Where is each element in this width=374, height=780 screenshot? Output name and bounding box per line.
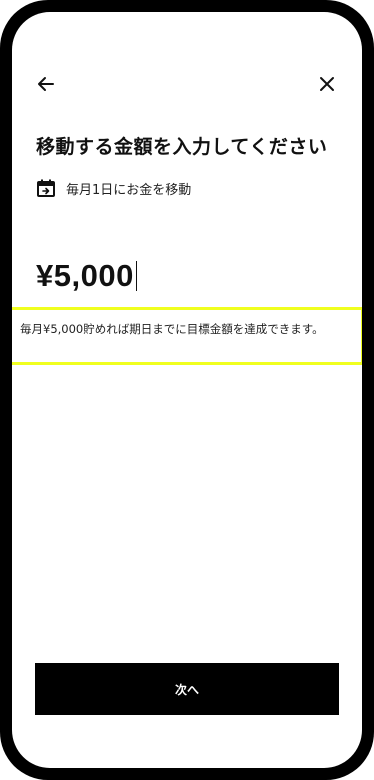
calendar-icon: [37, 179, 55, 197]
page-title: 移動する金額を入力してください: [36, 136, 328, 158]
schedule-info: 毎月1日にお金を移動: [36, 176, 191, 200]
text-caret: [135, 261, 138, 291]
next-button[interactable]: 次へ: [35, 663, 339, 715]
close-icon: [320, 77, 334, 91]
close-button[interactable]: [315, 72, 339, 96]
amount-value: ¥5,000: [36, 258, 134, 293]
amount-input[interactable]: ¥5,000: [36, 256, 138, 296]
app-screen: 移動する金額を入力してください 毎月1日にお金を移動 ¥5,000 毎月¥5,0…: [12, 12, 362, 768]
device-frame: 移動する金額を入力してください 毎月1日にお金を移動 ¥5,000 毎月¥5,0…: [0, 0, 374, 780]
hint-text: 毎月¥5,000貯めれば期日までに目標金額を達成できます。: [20, 322, 324, 336]
back-button[interactable]: [34, 72, 58, 96]
schedule-text: 毎月1日にお金を移動: [66, 182, 192, 198]
hint-highlight: 毎月¥5,000貯めれば期日までに目標金額を達成できます。: [12, 307, 362, 365]
arrow-left-icon: [38, 77, 54, 91]
